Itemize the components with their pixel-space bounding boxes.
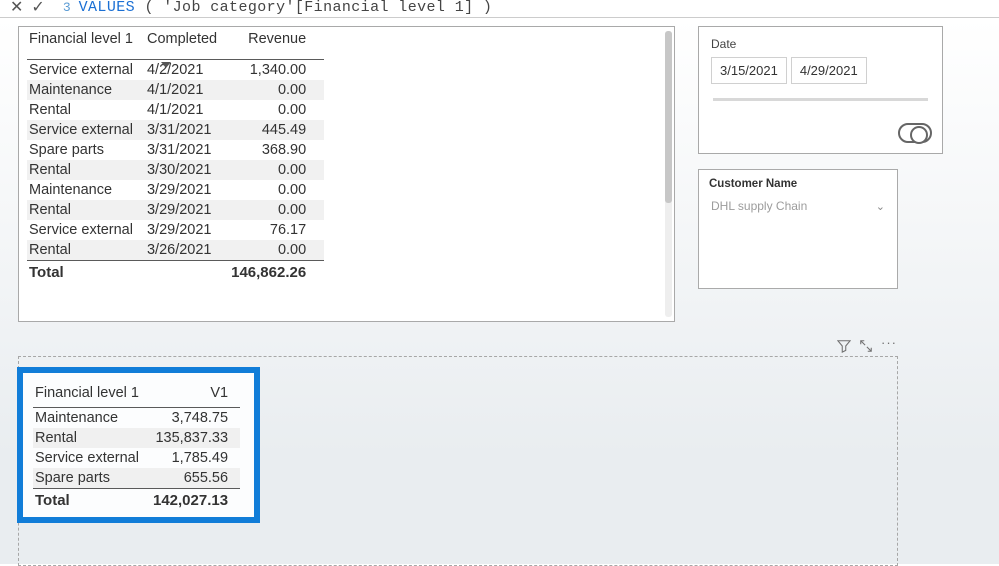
table-cell: 3/29/2021 — [145, 200, 229, 220]
formula-keyword: VALUES — [79, 0, 135, 16]
more-options-icon[interactable]: ··· — [881, 339, 895, 353]
table-cell: Maintenance — [33, 408, 151, 429]
table-row[interactable]: Service external3/29/202176.17 — [27, 220, 324, 240]
table-cell: 3/31/2021 — [145, 140, 229, 160]
table-cell: 655.56 — [151, 468, 240, 489]
table-cell: Service external — [27, 220, 145, 240]
report-canvas[interactable]: Financial level 1 Completed Revenue Serv… — [0, 18, 999, 564]
table-cell: 4/2/2021 — [145, 60, 229, 81]
table-row[interactable]: Maintenance3,748.75 — [33, 408, 240, 429]
customer-dropdown[interactable]: DHL supply Chain ⌄ — [709, 196, 887, 216]
table-row[interactable]: Rental3/29/20210.00 — [27, 200, 324, 220]
table-cell: 76.17 — [229, 220, 324, 240]
visual-header-icons: ··· — [837, 339, 895, 353]
date-slicer-label: Date — [711, 37, 930, 51]
customer-slicer[interactable]: Customer Name DHL supply Chain ⌄ — [698, 169, 898, 289]
table-total-row: Total 146,862.26 — [27, 261, 324, 284]
table-cell: Service external — [33, 448, 151, 468]
table-cell: 3/30/2021 — [145, 160, 229, 180]
table-cell: Service external — [27, 120, 145, 140]
table-header-row: Financial level 1 V1 — [33, 381, 240, 408]
formula-rest: ( 'Job category'[Financial level 1] ) — [135, 0, 492, 16]
table-cell: 0.00 — [229, 180, 324, 200]
table-cell: 0.00 — [229, 200, 324, 220]
table-cell: 0.00 — [229, 160, 324, 180]
table-v1-highlight-frame: Financial level 1 V1 Maintenance3,748.75… — [17, 367, 260, 523]
table-row[interactable]: Spare parts655.56 — [33, 468, 240, 489]
table-cell: 4/1/2021 — [145, 80, 229, 100]
table-row[interactable]: Rental135,837.33 — [33, 428, 240, 448]
total-label: Total — [27, 261, 145, 284]
table-cell: 4/1/2021 — [145, 100, 229, 120]
date-slicer[interactable]: Date 3/15/2021 4/29/2021 — [698, 26, 943, 154]
revenue-table: Financial level 1 Completed Revenue Serv… — [27, 29, 324, 283]
scroll-thumb[interactable] — [665, 31, 672, 203]
table-scrollbar[interactable] — [665, 31, 672, 317]
table-cell: Spare parts — [33, 468, 151, 489]
filter-icon[interactable] — [837, 339, 851, 353]
table-cell: 0.00 — [229, 100, 324, 120]
table-row[interactable]: Spare parts3/31/2021368.90 — [27, 140, 324, 160]
total-value: 142,027.13 — [151, 489, 240, 512]
table-cell: 445.49 — [229, 120, 324, 140]
col-v1[interactable]: V1 — [151, 381, 240, 408]
date-range-inputs: 3/15/2021 4/29/2021 — [711, 57, 930, 84]
table-cell: 3/29/2021 — [145, 220, 229, 240]
table-row[interactable]: Rental3/30/20210.00 — [27, 160, 324, 180]
table-row[interactable]: Rental4/1/20210.00 — [27, 100, 324, 120]
table-cell: Rental — [27, 240, 145, 261]
table-cell: 135,837.33 — [151, 428, 240, 448]
table-cell: 3,748.75 — [151, 408, 240, 429]
focus-mode-icon[interactable] — [859, 339, 873, 353]
table-cell: Maintenance — [27, 180, 145, 200]
table-cell: 3/29/2021 — [145, 180, 229, 200]
table-visual-v1-selected[interactable]: ··· Financial level 1 V1 Maintenance3,74… — [18, 356, 898, 566]
slicer-toggle[interactable] — [898, 123, 932, 143]
table-cell: 3/26/2021 — [145, 240, 229, 261]
cancel-formula-button[interactable]: ✕ — [6, 0, 27, 17]
table-cell: Maintenance — [27, 80, 145, 100]
col-completed[interactable]: Completed — [145, 29, 229, 60]
table-row[interactable]: Rental3/26/20210.00 — [27, 240, 324, 261]
table-total-row: Total 142,027.13 — [33, 489, 240, 512]
table-cell: Rental — [33, 428, 151, 448]
date-slider-track[interactable] — [713, 98, 928, 101]
total-value: 146,862.26 — [229, 261, 324, 284]
table-cell: 3/31/2021 — [145, 120, 229, 140]
table-visual-revenue[interactable]: Financial level 1 Completed Revenue Serv… — [18, 26, 675, 322]
table-cell: 1,785.49 — [151, 448, 240, 468]
table-row[interactable]: Maintenance4/1/20210.00 — [27, 80, 324, 100]
table-row[interactable]: Service external1,785.49 — [33, 448, 240, 468]
table-cell: Service external — [27, 60, 145, 81]
customer-slicer-label: Customer Name — [709, 178, 887, 190]
table-row[interactable]: Service external3/31/2021445.49 — [27, 120, 324, 140]
table-cell: Rental — [27, 100, 145, 120]
table-cell: 0.00 — [229, 240, 324, 261]
table-cell: 368.90 — [229, 140, 324, 160]
col-financial-level[interactable]: Financial level 1 — [27, 29, 145, 60]
formula-line-number: 3 — [63, 0, 71, 15]
date-to-input[interactable]: 4/29/2021 — [791, 57, 867, 84]
v1-table: Financial level 1 V1 Maintenance3,748.75… — [33, 381, 240, 511]
table-row[interactable]: Service external4/2/20211,340.00 — [27, 60, 324, 81]
total-label: Total — [33, 489, 151, 512]
date-from-input[interactable]: 3/15/2021 — [711, 57, 787, 84]
table-cell: Rental — [27, 200, 145, 220]
commit-formula-button[interactable]: ✓ — [27, 0, 48, 17]
chevron-down-icon: ⌄ — [876, 200, 885, 213]
formula-bar: ✕ ✓ 3 VALUES ( 'Job category'[Financial … — [0, 0, 999, 18]
formula-text[interactable]: VALUES ( 'Job category'[Financial level … — [79, 0, 493, 16]
col-financial-level[interactable]: Financial level 1 — [33, 381, 151, 408]
table-header-row: Financial level 1 Completed Revenue — [27, 29, 324, 60]
customer-selected-value: DHL supply Chain — [711, 199, 807, 213]
table-cell: Rental — [27, 160, 145, 180]
table-cell: 0.00 — [229, 80, 324, 100]
table-cell: Spare parts — [27, 140, 145, 160]
table-cell: 1,340.00 — [229, 60, 324, 81]
col-revenue[interactable]: Revenue — [229, 29, 324, 60]
table-row[interactable]: Maintenance3/29/20210.00 — [27, 180, 324, 200]
